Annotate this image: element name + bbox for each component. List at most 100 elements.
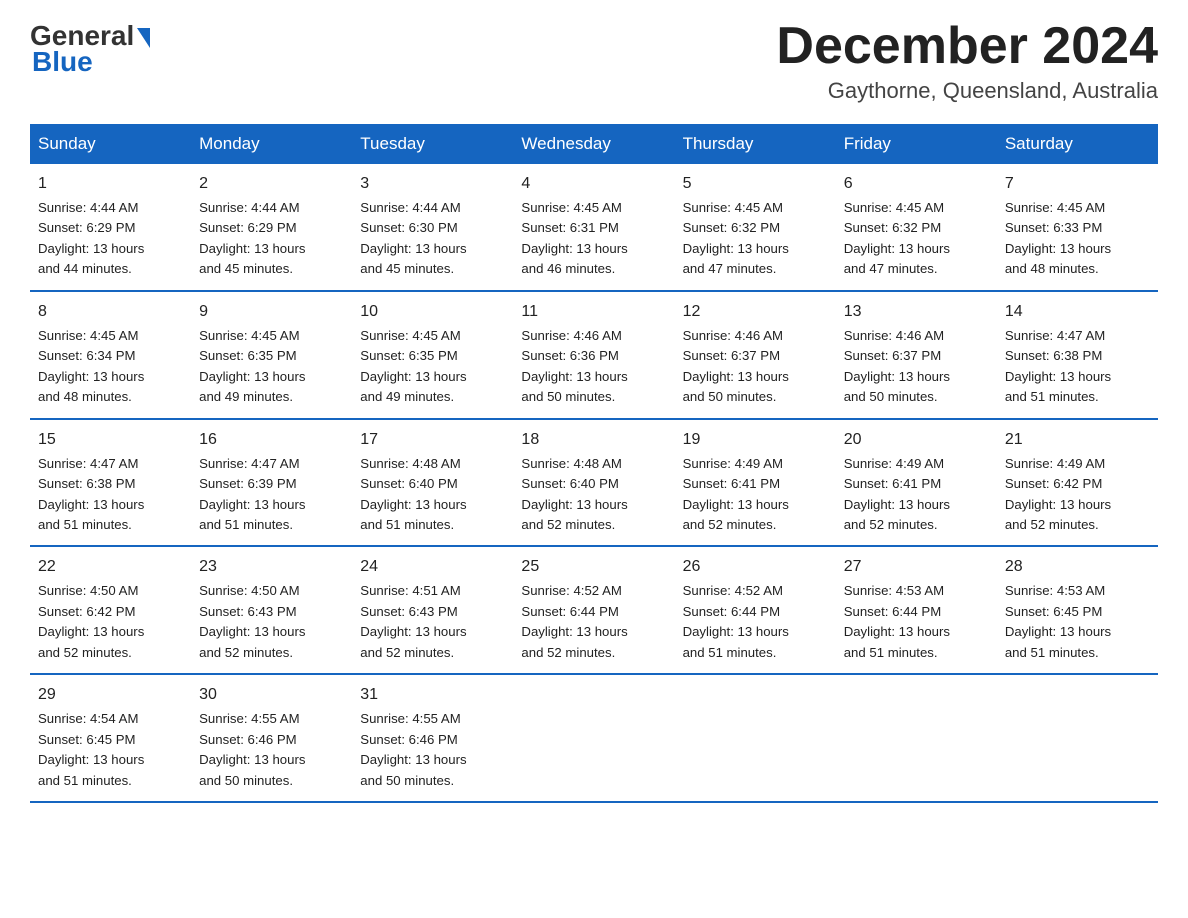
day-info: Sunrise: 4:53 AMSunset: 6:45 PMDaylight:… bbox=[1005, 583, 1111, 659]
day-info: Sunrise: 4:45 AMSunset: 6:31 PMDaylight:… bbox=[521, 200, 627, 276]
table-row bbox=[836, 674, 997, 802]
calendar-table: Sunday Monday Tuesday Wednesday Thursday… bbox=[30, 124, 1158, 803]
day-number: 17 bbox=[360, 428, 505, 452]
day-info: Sunrise: 4:49 AMSunset: 6:41 PMDaylight:… bbox=[844, 456, 950, 532]
table-row: 28 Sunrise: 4:53 AMSunset: 6:45 PMDaylig… bbox=[997, 546, 1158, 674]
table-row bbox=[513, 674, 674, 802]
day-info: Sunrise: 4:55 AMSunset: 6:46 PMDaylight:… bbox=[199, 711, 305, 787]
day-number: 5 bbox=[683, 172, 828, 196]
day-info: Sunrise: 4:46 AMSunset: 6:37 PMDaylight:… bbox=[844, 328, 950, 404]
logo-text-blue: Blue bbox=[30, 46, 93, 78]
day-info: Sunrise: 4:47 AMSunset: 6:38 PMDaylight:… bbox=[38, 456, 144, 532]
table-row: 31 Sunrise: 4:55 AMSunset: 6:46 PMDaylig… bbox=[352, 674, 513, 802]
table-row: 20 Sunrise: 4:49 AMSunset: 6:41 PMDaylig… bbox=[836, 419, 997, 547]
col-sunday: Sunday bbox=[30, 124, 191, 164]
day-number: 20 bbox=[844, 428, 989, 452]
day-info: Sunrise: 4:47 AMSunset: 6:38 PMDaylight:… bbox=[1005, 328, 1111, 404]
day-number: 16 bbox=[199, 428, 344, 452]
day-info: Sunrise: 4:46 AMSunset: 6:37 PMDaylight:… bbox=[683, 328, 789, 404]
day-info: Sunrise: 4:45 AMSunset: 6:34 PMDaylight:… bbox=[38, 328, 144, 404]
table-row: 16 Sunrise: 4:47 AMSunset: 6:39 PMDaylig… bbox=[191, 419, 352, 547]
table-row: 30 Sunrise: 4:55 AMSunset: 6:46 PMDaylig… bbox=[191, 674, 352, 802]
table-row: 21 Sunrise: 4:49 AMSunset: 6:42 PMDaylig… bbox=[997, 419, 1158, 547]
table-row: 4 Sunrise: 4:45 AMSunset: 6:31 PMDayligh… bbox=[513, 164, 674, 291]
day-number: 1 bbox=[38, 172, 183, 196]
day-info: Sunrise: 4:48 AMSunset: 6:40 PMDaylight:… bbox=[360, 456, 466, 532]
table-row: 12 Sunrise: 4:46 AMSunset: 6:37 PMDaylig… bbox=[675, 291, 836, 419]
col-wednesday: Wednesday bbox=[513, 124, 674, 164]
table-row: 1 Sunrise: 4:44 AMSunset: 6:29 PMDayligh… bbox=[30, 164, 191, 291]
col-thursday: Thursday bbox=[675, 124, 836, 164]
day-info: Sunrise: 4:49 AMSunset: 6:41 PMDaylight:… bbox=[683, 456, 789, 532]
day-number: 7 bbox=[1005, 172, 1150, 196]
calendar-week-row: 1 Sunrise: 4:44 AMSunset: 6:29 PMDayligh… bbox=[30, 164, 1158, 291]
day-number: 25 bbox=[521, 555, 666, 579]
day-info: Sunrise: 4:50 AMSunset: 6:42 PMDaylight:… bbox=[38, 583, 144, 659]
table-row: 27 Sunrise: 4:53 AMSunset: 6:44 PMDaylig… bbox=[836, 546, 997, 674]
day-number: 22 bbox=[38, 555, 183, 579]
day-info: Sunrise: 4:44 AMSunset: 6:29 PMDaylight:… bbox=[199, 200, 305, 276]
table-row: 29 Sunrise: 4:54 AMSunset: 6:45 PMDaylig… bbox=[30, 674, 191, 802]
day-number: 6 bbox=[844, 172, 989, 196]
title-block: December 2024 Gaythorne, Queensland, Aus… bbox=[776, 20, 1158, 104]
day-number: 12 bbox=[683, 300, 828, 324]
day-number: 11 bbox=[521, 300, 666, 324]
table-row bbox=[997, 674, 1158, 802]
page-header: General Blue December 2024 Gaythorne, Qu… bbox=[30, 20, 1158, 104]
table-row: 18 Sunrise: 4:48 AMSunset: 6:40 PMDaylig… bbox=[513, 419, 674, 547]
day-info: Sunrise: 4:45 AMSunset: 6:33 PMDaylight:… bbox=[1005, 200, 1111, 276]
logo-triangle-icon bbox=[137, 28, 150, 48]
col-monday: Monday bbox=[191, 124, 352, 164]
table-row: 8 Sunrise: 4:45 AMSunset: 6:34 PMDayligh… bbox=[30, 291, 191, 419]
table-row: 17 Sunrise: 4:48 AMSunset: 6:40 PMDaylig… bbox=[352, 419, 513, 547]
day-info: Sunrise: 4:53 AMSunset: 6:44 PMDaylight:… bbox=[844, 583, 950, 659]
table-row: 5 Sunrise: 4:45 AMSunset: 6:32 PMDayligh… bbox=[675, 164, 836, 291]
day-info: Sunrise: 4:45 AMSunset: 6:35 PMDaylight:… bbox=[199, 328, 305, 404]
table-row: 3 Sunrise: 4:44 AMSunset: 6:30 PMDayligh… bbox=[352, 164, 513, 291]
day-info: Sunrise: 4:45 AMSunset: 6:35 PMDaylight:… bbox=[360, 328, 466, 404]
col-friday: Friday bbox=[836, 124, 997, 164]
day-number: 19 bbox=[683, 428, 828, 452]
logo: General Blue bbox=[30, 20, 150, 78]
day-info: Sunrise: 4:44 AMSunset: 6:30 PMDaylight:… bbox=[360, 200, 466, 276]
day-info: Sunrise: 4:49 AMSunset: 6:42 PMDaylight:… bbox=[1005, 456, 1111, 532]
day-number: 27 bbox=[844, 555, 989, 579]
calendar-week-row: 29 Sunrise: 4:54 AMSunset: 6:45 PMDaylig… bbox=[30, 674, 1158, 802]
day-number: 4 bbox=[521, 172, 666, 196]
day-number: 28 bbox=[1005, 555, 1150, 579]
day-info: Sunrise: 4:47 AMSunset: 6:39 PMDaylight:… bbox=[199, 456, 305, 532]
col-saturday: Saturday bbox=[997, 124, 1158, 164]
col-tuesday: Tuesday bbox=[352, 124, 513, 164]
table-row: 7 Sunrise: 4:45 AMSunset: 6:33 PMDayligh… bbox=[997, 164, 1158, 291]
day-number: 21 bbox=[1005, 428, 1150, 452]
day-number: 9 bbox=[199, 300, 344, 324]
table-row: 23 Sunrise: 4:50 AMSunset: 6:43 PMDaylig… bbox=[191, 546, 352, 674]
day-number: 10 bbox=[360, 300, 505, 324]
location-title: Gaythorne, Queensland, Australia bbox=[776, 78, 1158, 104]
day-info: Sunrise: 4:52 AMSunset: 6:44 PMDaylight:… bbox=[521, 583, 627, 659]
day-info: Sunrise: 4:46 AMSunset: 6:36 PMDaylight:… bbox=[521, 328, 627, 404]
table-row: 9 Sunrise: 4:45 AMSunset: 6:35 PMDayligh… bbox=[191, 291, 352, 419]
day-number: 23 bbox=[199, 555, 344, 579]
table-row: 13 Sunrise: 4:46 AMSunset: 6:37 PMDaylig… bbox=[836, 291, 997, 419]
table-row: 15 Sunrise: 4:47 AMSunset: 6:38 PMDaylig… bbox=[30, 419, 191, 547]
month-title: December 2024 bbox=[776, 20, 1158, 72]
day-number: 18 bbox=[521, 428, 666, 452]
day-number: 30 bbox=[199, 683, 344, 707]
day-number: 15 bbox=[38, 428, 183, 452]
day-number: 29 bbox=[38, 683, 183, 707]
table-row: 6 Sunrise: 4:45 AMSunset: 6:32 PMDayligh… bbox=[836, 164, 997, 291]
day-number: 8 bbox=[38, 300, 183, 324]
day-info: Sunrise: 4:50 AMSunset: 6:43 PMDaylight:… bbox=[199, 583, 305, 659]
day-info: Sunrise: 4:52 AMSunset: 6:44 PMDaylight:… bbox=[683, 583, 789, 659]
table-row: 24 Sunrise: 4:51 AMSunset: 6:43 PMDaylig… bbox=[352, 546, 513, 674]
day-number: 13 bbox=[844, 300, 989, 324]
table-row: 19 Sunrise: 4:49 AMSunset: 6:41 PMDaylig… bbox=[675, 419, 836, 547]
day-number: 31 bbox=[360, 683, 505, 707]
calendar-week-row: 8 Sunrise: 4:45 AMSunset: 6:34 PMDayligh… bbox=[30, 291, 1158, 419]
day-info: Sunrise: 4:45 AMSunset: 6:32 PMDaylight:… bbox=[683, 200, 789, 276]
table-row bbox=[675, 674, 836, 802]
table-row: 22 Sunrise: 4:50 AMSunset: 6:42 PMDaylig… bbox=[30, 546, 191, 674]
table-row: 11 Sunrise: 4:46 AMSunset: 6:36 PMDaylig… bbox=[513, 291, 674, 419]
day-info: Sunrise: 4:48 AMSunset: 6:40 PMDaylight:… bbox=[521, 456, 627, 532]
